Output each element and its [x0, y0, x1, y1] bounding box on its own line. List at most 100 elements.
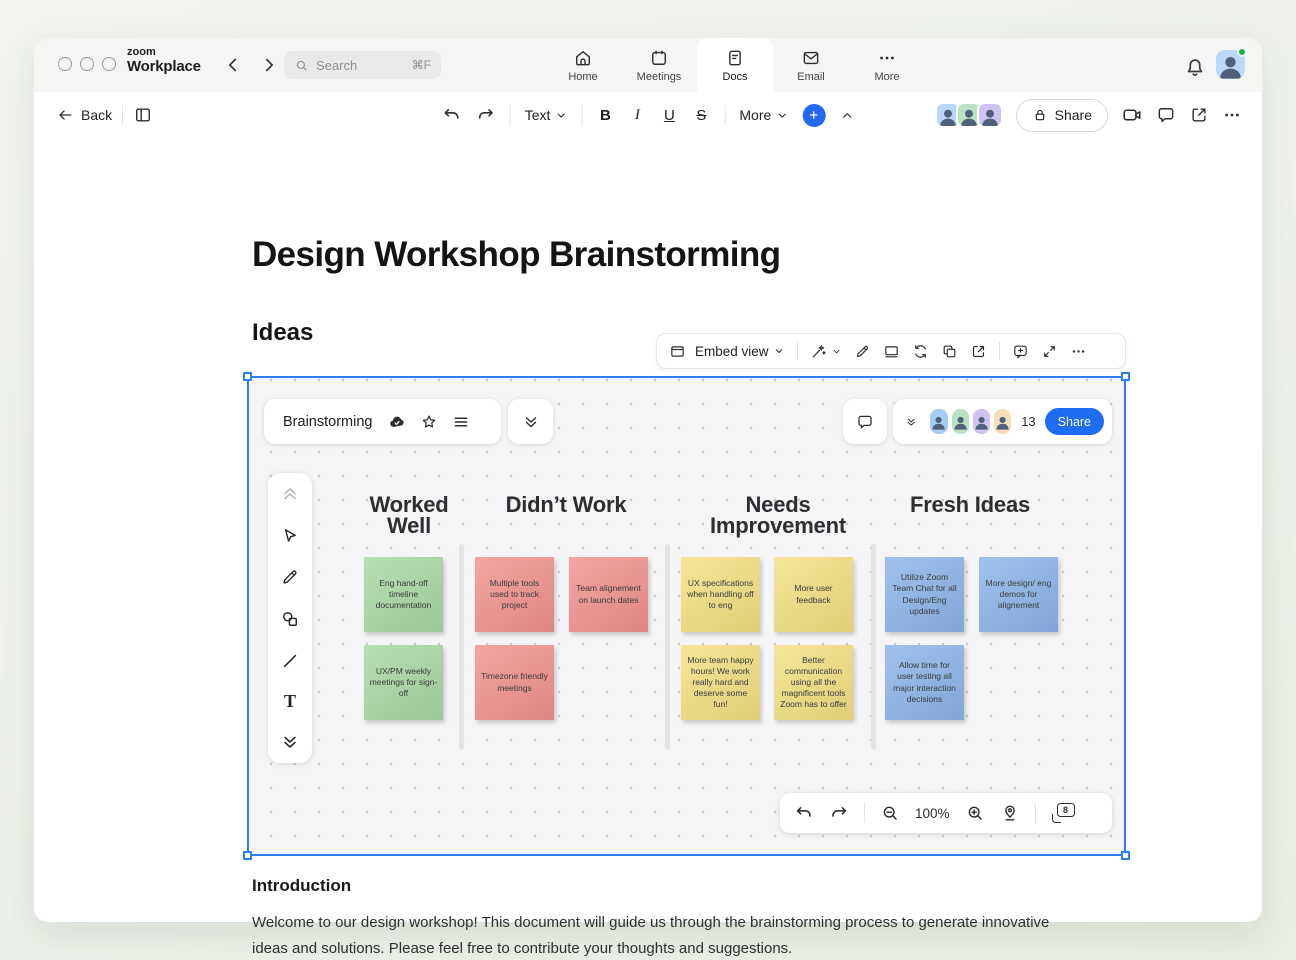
present-button[interactable] — [883, 343, 900, 360]
redo-button[interactable] — [476, 105, 496, 125]
line-tool[interactable] — [280, 651, 300, 671]
tab-home[interactable]: Home — [545, 38, 621, 92]
tab-email[interactable]: Email — [773, 38, 849, 92]
sidebar-toggle-button[interactable] — [133, 105, 153, 125]
more-format-label: More — [739, 107, 771, 123]
share-button[interactable]: Share — [1016, 99, 1108, 132]
whiteboard-embed[interactable]: Brainstorming 13 Share — [247, 376, 1126, 856]
selection-handle-top-left[interactable] — [243, 372, 252, 381]
doc-toolbar: Back Text B I U S More — [34, 92, 1262, 138]
chevron-down-icon — [831, 346, 842, 357]
tab-label: More — [874, 71, 899, 83]
strikethrough-button[interactable]: S — [692, 107, 710, 124]
pages-button[interactable]: 8 — [1051, 803, 1075, 823]
selection-handle-bottom-right[interactable] — [1121, 851, 1130, 860]
search-shortcut: ⌘F — [412, 58, 431, 72]
select-tool[interactable] — [280, 526, 300, 546]
italic-button[interactable]: I — [628, 107, 646, 124]
star-icon[interactable] — [420, 413, 438, 431]
sticky-note[interactable]: Allow time for user testing all major in… — [885, 645, 964, 720]
board-redo-button[interactable] — [829, 803, 849, 823]
avatar[interactable] — [977, 102, 1003, 128]
divider — [581, 105, 582, 125]
board-bottom-toolbar: 100% 8 — [780, 793, 1112, 833]
sticky-note[interactable]: UX specifications when handling off to e… — [681, 557, 760, 632]
primary-tabs: Home Meetings Docs Email More — [545, 38, 925, 92]
collaborator-count[interactable]: 13 — [1021, 414, 1035, 429]
pen-tool[interactable] — [280, 567, 300, 587]
home-icon — [573, 48, 593, 68]
text-style-menu[interactable]: Text — [525, 107, 568, 123]
edit-board-button[interactable] — [854, 343, 871, 360]
palette-scroll-down-icon[interactable] — [280, 732, 300, 752]
comments-button[interactable] — [1156, 105, 1176, 125]
sticky-note[interactable]: Utilize Zoom Team Chat for all Design/En… — [885, 557, 964, 632]
open-external-button[interactable] — [1189, 105, 1209, 125]
double-chevron-down-icon[interactable] — [905, 413, 917, 431]
tab-docs[interactable]: Docs — [697, 38, 773, 92]
underline-button[interactable]: U — [660, 107, 678, 124]
nav-forward-button[interactable] — [258, 54, 280, 76]
sticky-note[interactable]: Team alignement on launch dates — [569, 557, 648, 632]
refresh-button[interactable] — [912, 343, 929, 360]
fullscreen-button[interactable] — [1041, 343, 1058, 360]
sticky-note[interactable]: UX/PM weekly meetings for sign-off — [364, 645, 443, 720]
insert-block-button[interactable] — [802, 104, 825, 127]
zoom-out-button[interactable] — [880, 803, 900, 823]
board-undo-button[interactable] — [794, 803, 814, 823]
open-board-button[interactable] — [970, 343, 987, 360]
share-label: Share — [1055, 107, 1092, 123]
sticky-note[interactable]: More design/ eng demos for alignement — [979, 557, 1058, 632]
shapes-tool[interactable] — [280, 609, 300, 629]
window-control-close[interactable] — [58, 57, 72, 71]
undo-button[interactable] — [442, 105, 462, 125]
search-placeholder: Search — [316, 58, 405, 73]
search-input[interactable]: Search ⌘F — [284, 51, 441, 79]
locate-pin-button[interactable] — [1000, 803, 1020, 823]
board-share-button[interactable]: Share — [1045, 408, 1104, 435]
window-control-minimize[interactable] — [80, 57, 94, 71]
avatar[interactable] — [930, 409, 947, 434]
sticky-note[interactable]: Better communication using all the magni… — [774, 645, 853, 720]
embed-view-menu[interactable]: Embed view — [695, 344, 785, 359]
zoom-level[interactable]: 100% — [915, 806, 950, 821]
board-share-label: Share — [1058, 415, 1091, 429]
video-call-button[interactable] — [1121, 104, 1143, 126]
collapse-toolbar-button[interactable] — [839, 108, 854, 123]
calendar-icon — [649, 48, 669, 68]
more-format-menu[interactable]: More — [739, 107, 788, 123]
tab-label: Meetings — [637, 71, 682, 83]
divider — [1035, 803, 1036, 823]
ai-tools-menu[interactable] — [810, 343, 842, 360]
tab-meetings[interactable]: Meetings — [621, 38, 697, 92]
bold-button[interactable]: B — [596, 107, 614, 124]
board-header-collapse-button[interactable] — [508, 399, 553, 444]
tab-more[interactable]: More — [849, 38, 925, 92]
palette-scroll-up-icon[interactable] — [280, 484, 300, 504]
board-comment-button[interactable] — [843, 399, 887, 444]
sticky-note[interactable]: Eng hand-off timeline documentation — [364, 557, 443, 632]
divider — [122, 105, 123, 125]
text-tool[interactable]: T — [284, 692, 296, 710]
selection-handle-top-right[interactable] — [1121, 372, 1130, 381]
more-actions-button[interactable] — [1222, 105, 1242, 125]
sticky-note[interactable]: More user feedback — [774, 557, 853, 632]
zoom-in-button[interactable] — [965, 803, 985, 823]
selection-handle-bottom-left[interactable] — [243, 851, 252, 860]
board-header: Brainstorming — [264, 399, 501, 444]
duplicate-button[interactable] — [941, 343, 958, 360]
notifications-button[interactable] — [1183, 54, 1207, 78]
nav-back-button[interactable] — [222, 54, 244, 76]
add-comment-button[interactable] — [1012, 343, 1029, 360]
sticky-note[interactable]: Multiple tools used to track project — [475, 557, 554, 632]
board-menu-button[interactable] — [452, 413, 470, 431]
sticky-note[interactable]: More team happy hours! We work really ha… — [681, 645, 760, 720]
avatar[interactable] — [952, 409, 969, 434]
embed-more-button[interactable] — [1070, 343, 1087, 360]
arrow-left-icon — [56, 106, 74, 124]
back-button[interactable]: Back — [56, 106, 112, 124]
avatar[interactable] — [973, 409, 990, 434]
avatar[interactable] — [994, 409, 1011, 434]
sticky-note[interactable]: Timezone friendly meetings — [475, 645, 554, 720]
window-control-zoom[interactable] — [102, 57, 116, 71]
